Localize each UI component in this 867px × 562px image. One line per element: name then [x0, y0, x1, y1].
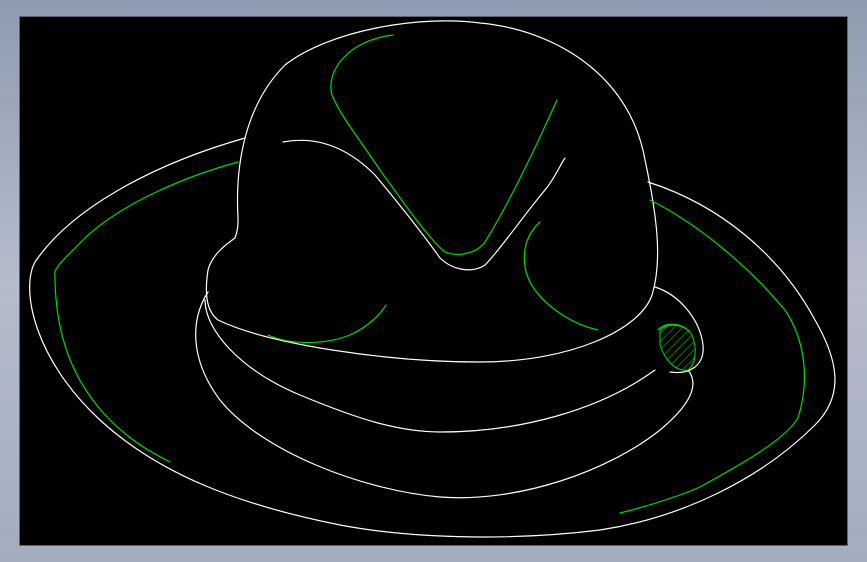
- brim-inner-left: [54, 161, 239, 463]
- hat-detail-layer: [54, 34, 806, 514]
- crown-crease-left: [330, 34, 558, 255]
- crown-dimple-left: [267, 304, 387, 344]
- hat-outline-layer: [29, 20, 836, 538]
- hat-drawing: [29, 20, 836, 538]
- band-outline: [195, 291, 694, 499]
- crown-outline: [205, 20, 659, 363]
- brim-inner-right: [619, 199, 806, 514]
- hatch-layer: [659, 324, 696, 371]
- crown-dimple-right: [523, 221, 599, 331]
- band-upper-outline: [204, 299, 656, 433]
- bow-hatch: [659, 324, 696, 371]
- brim-outer-outline: [29, 137, 836, 538]
- crown-pinch-outline: [282, 139, 566, 271]
- cad-viewport[interactable]: [20, 17, 847, 545]
